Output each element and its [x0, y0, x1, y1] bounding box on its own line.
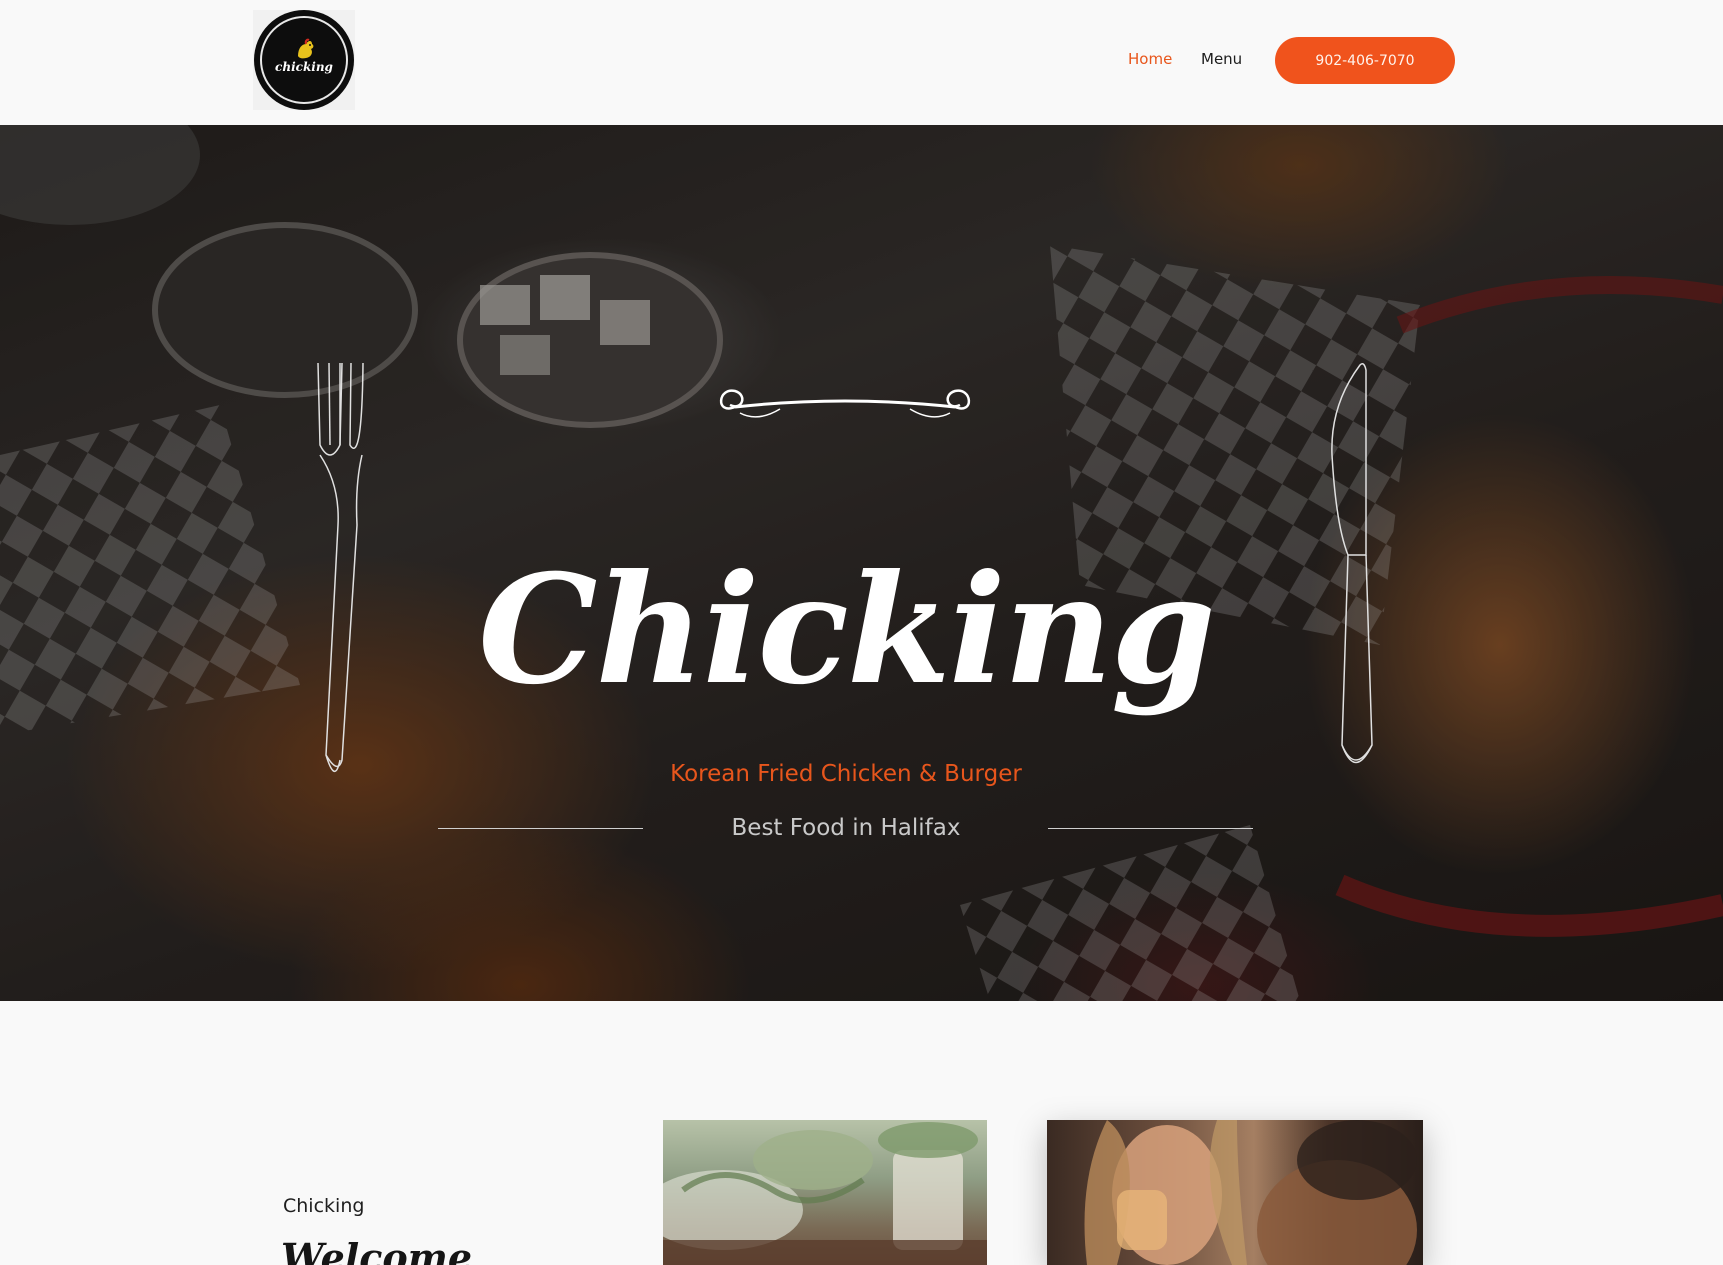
rooster-icon [298, 38, 314, 59]
logo-badge: chicking [254, 10, 354, 110]
hero-section: Chicking Korean Fried Chicken & Burger B… [0, 125, 1723, 1001]
hero-tagline: Best Food in Halifax [731, 815, 961, 841]
hero-title: Chicking [478, 542, 1216, 718]
hero-divider-right [1048, 828, 1253, 829]
nav-home-link[interactable]: Home [1128, 50, 1172, 68]
nav-menu-link[interactable]: Menu [1201, 50, 1242, 68]
about-heading: Welcome [281, 1235, 473, 1265]
phone-call-button[interactable]: 902-406-7070 [1275, 37, 1455, 84]
restaurant-plants-photo [663, 1120, 987, 1265]
site-logo[interactable]: chicking [253, 10, 355, 110]
about-label: Chicking [283, 1195, 365, 1217]
customers-drinking-photo [1047, 1120, 1423, 1265]
logo-text: chicking [275, 60, 333, 74]
site-header: chicking Home Menu 902-406-7070 [0, 0, 1723, 125]
customers-photo-detail [1084, 1120, 1417, 1265]
hero-subtitle: Korean Fried Chicken & Burger [670, 761, 1022, 787]
plants-photo-detail [663, 1122, 987, 1265]
